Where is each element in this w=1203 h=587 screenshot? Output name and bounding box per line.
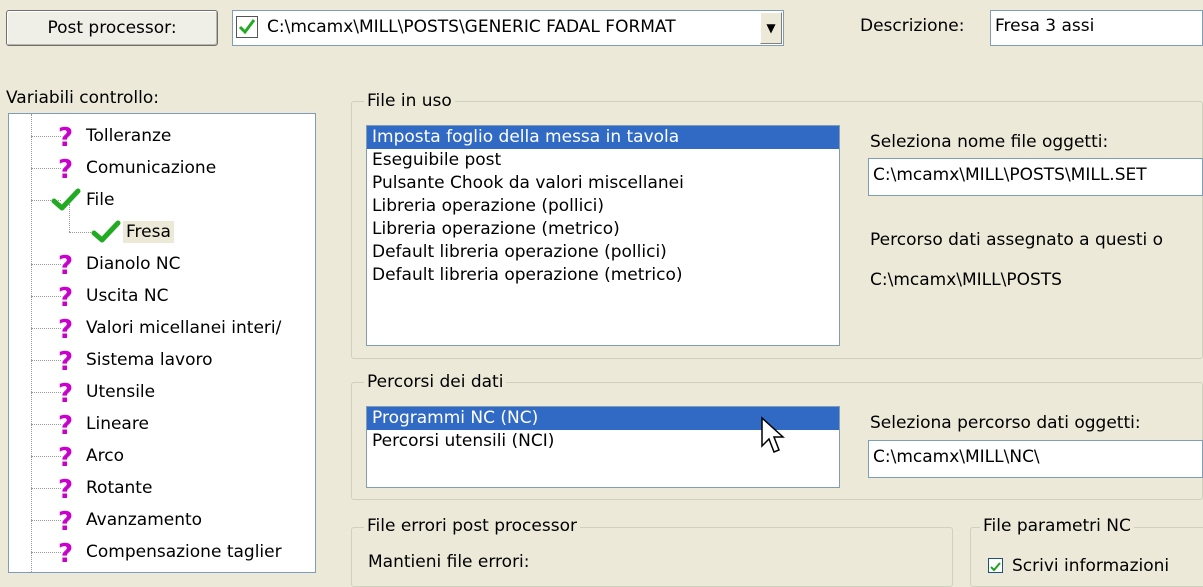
data-paths-title: Percorsi dei dati bbox=[364, 372, 507, 392]
svg-text:?: ? bbox=[58, 443, 73, 470]
valid-check-icon bbox=[236, 16, 258, 38]
list-item[interactable]: Libreria operazione (metrico) bbox=[367, 218, 839, 241]
post-processor-button[interactable]: Post processor: bbox=[6, 10, 218, 46]
question-icon: ? bbox=[49, 410, 83, 438]
tree-item-label: Rotante bbox=[86, 478, 153, 498]
svg-text:?: ? bbox=[58, 411, 73, 438]
tree-item[interactable]: ? Comunicazione bbox=[49, 152, 219, 184]
tree-item-label: Valori micellanei interi/ bbox=[86, 318, 282, 338]
tree-item[interactable]: ? Arco bbox=[49, 440, 127, 472]
tree-item[interactable]: ? Compensazione taglier bbox=[49, 536, 285, 568]
data-path-input[interactable]: C:\mcamx\MILL\NC\ bbox=[868, 440, 1203, 478]
tree-item-label: Dianolo NC bbox=[86, 254, 181, 274]
svg-text:?: ? bbox=[58, 315, 73, 342]
check-icon bbox=[89, 220, 123, 244]
tree-item-label: Compensazione taglier bbox=[86, 542, 282, 562]
question-icon: ? bbox=[49, 538, 83, 566]
tree-item[interactable]: ? Tolleranze bbox=[49, 120, 174, 152]
question-icon: ? bbox=[49, 154, 83, 182]
control-variables-label: Variabili controllo: bbox=[6, 88, 159, 108]
tree-item-label: Sistema lavoro bbox=[86, 350, 213, 370]
svg-text:?: ? bbox=[58, 475, 73, 502]
file-name-input[interactable]: C:\mcamx\MILL\POSTS\MILL.SET bbox=[868, 158, 1203, 196]
tree-item[interactable]: ? Avanzamento bbox=[49, 504, 205, 536]
tree-item[interactable]: ? Sistema lavoro bbox=[49, 344, 216, 376]
tree-item[interactable]: ? Valori micellanei interi/ bbox=[49, 312, 284, 344]
list-item[interactable]: Eseguibile post bbox=[367, 149, 839, 172]
tree-item-label: Uscita NC bbox=[86, 286, 169, 306]
svg-text:?: ? bbox=[58, 379, 73, 406]
tree-item-label: Comunicazione bbox=[86, 158, 217, 178]
mouse-cursor-icon bbox=[760, 416, 786, 461]
question-icon: ? bbox=[49, 250, 83, 278]
tree-item[interactable]: ? Uscita NC bbox=[49, 280, 171, 312]
tree-connector-line bbox=[69, 232, 91, 233]
question-icon: ? bbox=[49, 314, 83, 342]
post-processor-button-label: Post processor: bbox=[47, 18, 177, 38]
svg-text:?: ? bbox=[58, 251, 73, 278]
description-input[interactable]: Fresa 3 assi bbox=[990, 10, 1203, 46]
tree-item-label: Arco bbox=[86, 446, 124, 466]
list-item[interactable]: Pulsante Chook da valori miscellanei bbox=[367, 172, 839, 195]
tree-item[interactable]: ? Lineare bbox=[49, 408, 152, 440]
tree-connector-line bbox=[69, 204, 70, 232]
keep-error-file-label: Mantieni file errori: bbox=[368, 552, 530, 572]
question-icon: ? bbox=[49, 506, 83, 534]
question-icon: ? bbox=[49, 378, 83, 406]
svg-text:?: ? bbox=[58, 539, 73, 566]
list-item[interactable]: Imposta foglio della messa in tavola bbox=[367, 126, 839, 149]
write-info-checkbox[interactable] bbox=[988, 558, 1003, 573]
list-item[interactable]: Default libreria operazione (pollici) bbox=[367, 241, 839, 264]
files-in-use-list[interactable]: Imposta foglio della messa in tavola Eseg… bbox=[366, 125, 840, 346]
question-icon: ? bbox=[49, 474, 83, 502]
select-file-label: Seleziona nome file oggetti: bbox=[870, 132, 1109, 152]
tree-item-label: Lineare bbox=[86, 414, 149, 434]
svg-text:?: ? bbox=[58, 155, 73, 182]
question-icon: ? bbox=[49, 346, 83, 374]
svg-text:?: ? bbox=[58, 507, 73, 534]
chevron-down-icon[interactable]: ▼ bbox=[760, 12, 782, 44]
svg-text:?: ? bbox=[58, 123, 73, 150]
tree-item[interactable]: ? Utensile bbox=[49, 376, 158, 408]
post-processor-path: C:\mcamx\MILL\POSTS\GENERIC FADAL FORMAT bbox=[267, 17, 676, 37]
error-file-title: File errori post processor bbox=[364, 516, 580, 536]
tree-item-label: Tolleranze bbox=[86, 126, 172, 146]
assigned-path-label: Percorso dati assegnato a questi o bbox=[870, 230, 1164, 250]
list-item[interactable]: Libreria operazione (pollici) bbox=[367, 195, 839, 218]
question-icon: ? bbox=[49, 282, 83, 310]
svg-text:?: ? bbox=[58, 347, 73, 374]
tree-item-label: File bbox=[86, 190, 115, 210]
tree-item[interactable]: ? Rotante bbox=[49, 472, 155, 504]
control-variables-tree[interactable]: ? Tolleranze? Comunicazione File Fresa? Diano… bbox=[8, 113, 316, 573]
assigned-path-value: C:\mcamx\MILL\POSTS bbox=[870, 270, 1062, 290]
question-icon: ? bbox=[49, 122, 83, 150]
nc-params-title: File parametri NC bbox=[980, 516, 1134, 536]
svg-text:?: ? bbox=[58, 283, 73, 310]
post-processor-combo[interactable]: C:\mcamx\MILL\POSTS\GENERIC FADAL FORMAT… bbox=[232, 10, 784, 46]
tree-item-label: Utensile bbox=[86, 382, 156, 402]
write-info-label: Scrivi informazioni bbox=[1012, 556, 1170, 576]
question-icon: ? bbox=[49, 442, 83, 470]
tree-item-label: Fresa bbox=[123, 221, 174, 243]
description-label: Descrizione: bbox=[860, 16, 965, 36]
list-item[interactable]: Default libreria operazione (metrico) bbox=[367, 264, 839, 287]
check-icon bbox=[49, 188, 83, 212]
tree-item[interactable]: Fresa bbox=[89, 216, 174, 248]
tree-item[interactable]: File bbox=[49, 184, 117, 216]
tree-connector-line bbox=[31, 114, 32, 572]
tree-item[interactable]: ? Dianolo NC bbox=[49, 248, 184, 280]
tree-item-label: Avanzamento bbox=[86, 510, 203, 530]
files-in-use-title: File in uso bbox=[364, 91, 455, 111]
select-path-label: Seleziona percorso dati oggetti: bbox=[870, 413, 1141, 433]
